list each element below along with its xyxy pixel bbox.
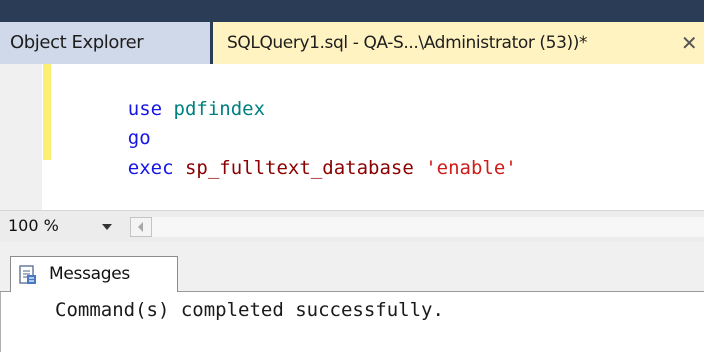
messages-pane[interactable]: Command(s) completed successfully. [0,292,704,352]
zoom-level[interactable]: 100 % [8,216,59,235]
horizontal-scroll-track[interactable] [152,217,704,237]
query-editor[interactable]: use pdfindex go exec sp_fulltext_databas… [0,64,704,210]
messages-icon [19,265,36,284]
results-tab-bar: Messages [0,242,704,292]
change-tracking-bar [43,64,51,160]
code-token-procedure: sp_fulltext_database [184,157,414,179]
tab-sql-query[interactable]: SQLQuery1.sql - QA-S...\Administrator (5… [213,22,704,64]
tab-messages-label: Messages [49,264,130,284]
code-token-string: 'enable' [425,157,517,179]
tab-object-explorer[interactable]: Object Explorer [0,22,210,64]
editor-zoom-bar: 100 % [0,210,704,242]
chevron-down-icon[interactable] [98,220,116,234]
tab-sql-query-label: SQLQuery1.sql - QA-S...\Administrator (5… [227,33,588,53]
editor-gutter [0,64,42,210]
document-tab-strip: Object Explorer SQLQuery1.sql - QA-S...\… [0,0,704,64]
code-token-identifier: pdfindex [173,98,266,120]
code-token-keyword: exec [127,157,174,179]
code-line-3[interactable]: exec sp_fulltext_database 'enable' [82,132,517,204]
scroll-left-arrow-icon[interactable] [130,217,152,237]
result-message: Command(s) completed successfully. [55,299,444,321]
close-icon[interactable]: ✕ [676,22,702,64]
tab-messages[interactable]: Messages [10,256,178,292]
